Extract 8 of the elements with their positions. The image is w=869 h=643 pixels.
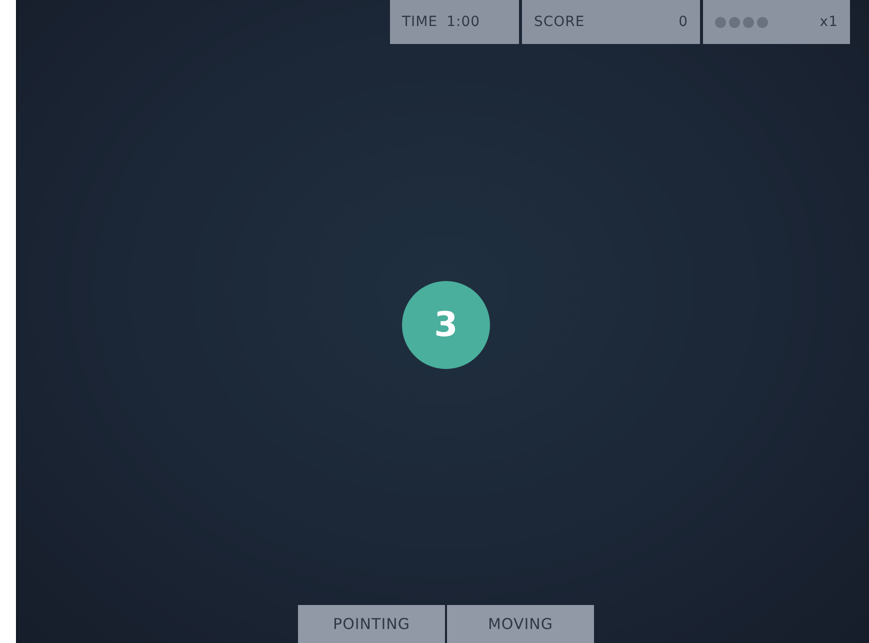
mode-tab[interactable]: MOVING [447, 605, 594, 643]
score-label: SCORE [534, 14, 585, 30]
time-value: 1:00 [446, 14, 480, 30]
multiplier-text: x1 [820, 14, 838, 30]
countdown-badge: 3 [402, 280, 490, 368]
mode-tab[interactable]: POINTING [298, 605, 445, 643]
score-value: 0 [678, 14, 688, 30]
time-label: TIME [402, 14, 438, 30]
